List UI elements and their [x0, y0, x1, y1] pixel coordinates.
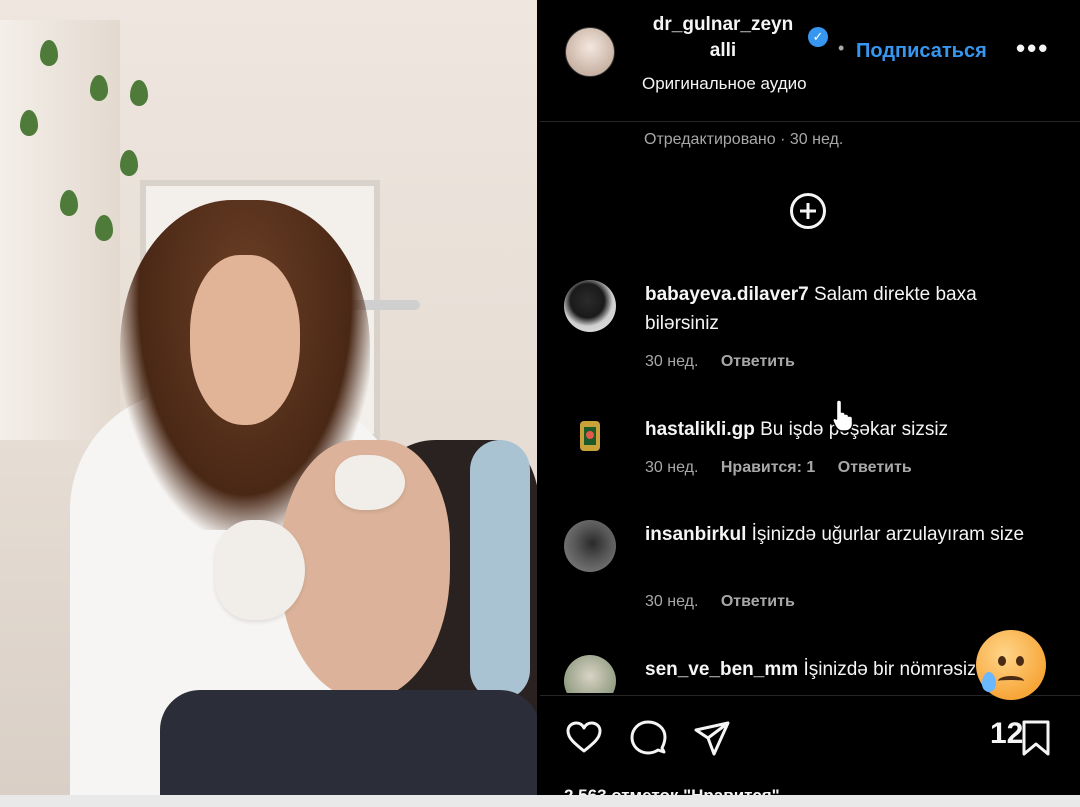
- author-username-line2[interactable]: alli: [643, 38, 803, 64]
- heart-icon[interactable]: [564, 718, 604, 758]
- commenter-avatar[interactable]: [564, 655, 616, 693]
- author-username[interactable]: dr_gulnar_zeyn alli: [643, 12, 803, 64]
- comment-icon-svg: [630, 720, 667, 755]
- edited-timestamp: Отредактировано · 30 нед.: [644, 131, 844, 148]
- author-username-line1[interactable]: dr_gulnar_zeyn: [643, 12, 803, 38]
- commenter-username[interactable]: hastalikli.gp: [645, 419, 755, 440]
- video-doctor-face: [190, 255, 300, 425]
- emoji-mouth: [998, 676, 1024, 686]
- comment-meta: 30 нед. Нравится: 1 Ответить: [645, 456, 930, 480]
- video-glove: [335, 455, 405, 510]
- more-options-icon[interactable]: •••: [1016, 35, 1049, 61]
- commenter-username[interactable]: insanbirkul: [645, 524, 746, 545]
- paper-plane-icon[interactable]: [692, 718, 732, 758]
- reply-button[interactable]: Ответить: [721, 353, 795, 370]
- comment-text: sen_ve_ben_mm İşinizdə bir nömrəsiz: [645, 655, 975, 684]
- comment-content: İşinizdə bir nömrəsiz: [803, 659, 975, 680]
- commenter-username[interactable]: babayeva.dilaver7: [645, 284, 809, 305]
- comment-text: insanbirkul İşinizdə uğurlar arzulayıram…: [645, 520, 1055, 549]
- header-separator: •: [838, 38, 845, 58]
- commenter-avatar-art: [580, 421, 600, 451]
- emoji-tear: [982, 672, 996, 692]
- plant-leaf: [60, 190, 78, 216]
- commenter-avatar[interactable]: [564, 280, 616, 332]
- follow-button[interactable]: Подписаться: [856, 38, 987, 64]
- save-count: 12: [990, 717, 1024, 750]
- video-blanket: [160, 690, 537, 795]
- video-headband: [470, 440, 530, 700]
- comment-meta: 30 нед. Ответить: [645, 350, 813, 374]
- plant-leaf: [95, 215, 113, 241]
- comment-content: İşinizdə uğurlar arzulayıram size: [751, 524, 1025, 545]
- commenter-username[interactable]: sen_ve_ben_mm: [645, 659, 798, 680]
- reply-button[interactable]: Ответить: [838, 459, 912, 476]
- emoji-eye: [1016, 656, 1024, 666]
- comment-time: 30 нед.: [645, 353, 699, 370]
- paper-plane-icon-svg: [694, 721, 730, 756]
- comment-meta: 30 нед. Ответить: [645, 590, 813, 614]
- comment-time: 30 нед.: [645, 593, 699, 610]
- hand-cursor-icon: [832, 399, 854, 432]
- verified-badge-icon: ✓: [808, 27, 828, 47]
- reply-button[interactable]: Ответить: [721, 593, 795, 610]
- sad-face-emoji-icon: [976, 630, 1046, 700]
- plant-leaf: [130, 80, 148, 106]
- comment-time: 30 нед.: [645, 459, 699, 476]
- commenter-avatar[interactable]: [564, 413, 616, 465]
- plant-leaf: [20, 110, 38, 136]
- load-more-comments-button[interactable]: [790, 193, 826, 229]
- emoji-eye: [998, 656, 1006, 666]
- plant-leaf: [90, 75, 108, 101]
- plant-leaf: [40, 40, 58, 66]
- original-audio-link[interactable]: Оригинальное аудио: [642, 72, 807, 96]
- author-avatar[interactable]: [565, 27, 615, 77]
- comment-icon[interactable]: [628, 718, 668, 758]
- bottom-scrollbar: [0, 795, 1080, 807]
- video-glove: [215, 520, 305, 620]
- comment-likes[interactable]: Нравится: 1: [721, 459, 815, 476]
- post-header: dr_gulnar_zeyn alli ✓ • Подписаться ••• …: [540, 0, 1080, 122]
- heart-icon-svg: [566, 721, 602, 753]
- commenter-avatar[interactable]: [564, 520, 616, 572]
- video-player[interactable]: [0, 0, 537, 795]
- comment-text: babayeva.dilaver7 Salam direkte baxa bil…: [645, 280, 1055, 338]
- plant-leaf: [120, 150, 138, 176]
